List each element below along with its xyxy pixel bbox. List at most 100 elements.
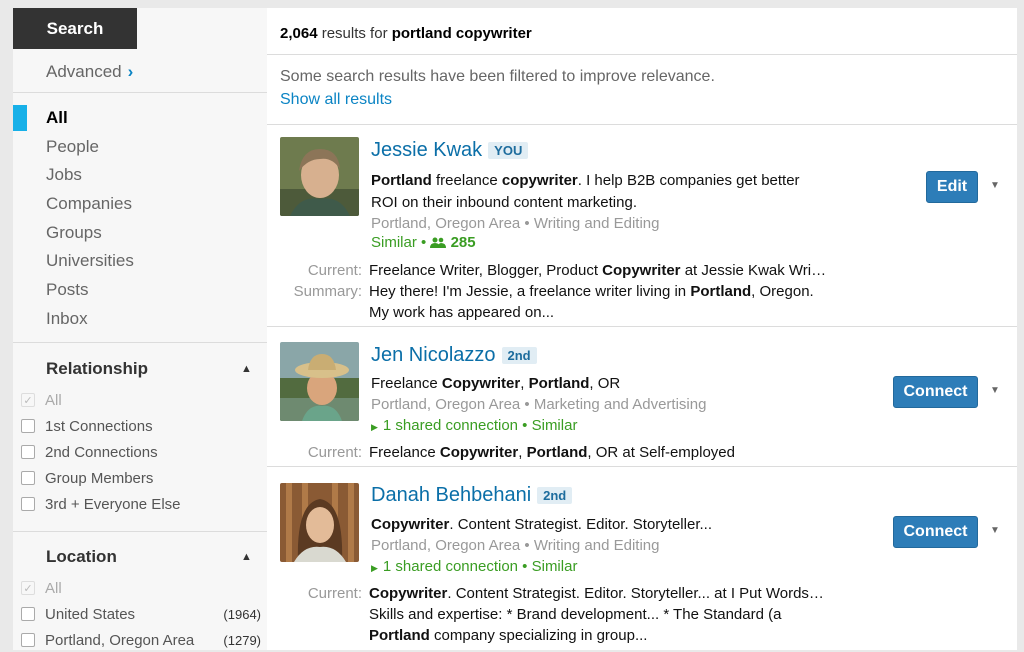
expand-triangle-icon[interactable]: ▶ [371,422,378,432]
collapse-caret-icon[interactable]: ▲ [241,363,252,375]
advanced-search-link[interactable]: Advanced › [46,62,133,82]
dropdown-arrow-icon[interactable]: ▼ [990,180,1000,191]
advanced-label: Advanced [46,62,122,81]
shared-connection-link[interactable]: 1 shared connection • Similar [383,417,578,434]
connections-count[interactable]: 285 [451,234,476,251]
result-card: Jessie Kwak YOU Portland freelance copyw… [267,126,1017,326]
text-segment: Freelance [369,444,440,461]
location-facet-title: Location [46,547,117,566]
option-count: (1279) [223,632,261,648]
highlighted-keyword: copywriter [501,172,578,189]
search-type-nav: All People Jobs Companies Groups Univers… [13,104,267,334]
nav-item-groups[interactable]: Groups [13,219,267,248]
skills-value-continued: Portland company specializing in group..… [369,627,647,644]
relationship-option-3rd[interactable]: 3rd + Everyone Else [21,492,261,516]
text-segment: , Oregon. [751,283,814,300]
relationship-option-2nd[interactable]: 2nd Connections [21,440,261,464]
option-label: 2nd Connections [45,443,158,461]
sidebar: Search Advanced › All People Jobs Compani… [13,8,267,650]
relationship-facet-title: Relationship [46,359,149,378]
option-label: Group Members [45,469,154,487]
relationship-option-group[interactable]: Group Members [21,466,261,490]
text-segment: . Content Strategist. Editor. Storytelle… [447,585,824,602]
degree-badge: 2nd [537,487,573,504]
option-label: Portland, Oregon Area [45,631,195,649]
option-count: (1964) [223,606,261,622]
headline: Portland freelance copywriter. I help B2… [371,172,800,189]
checkbox-checked[interactable]: ✓ [21,393,35,407]
checkbox[interactable] [21,633,35,647]
highlighted-keyword: Portland [371,172,432,189]
chevron-right-icon: › [127,62,134,81]
shared-connections: ▶ 1 shared connection • Similar [371,558,577,575]
results-panel: 2,064 results for portland copywriter So… [267,8,1017,650]
highlighted-keyword: Portland [528,375,590,392]
expand-triangle-icon[interactable]: ▶ [371,563,378,573]
checkbox[interactable] [21,471,35,485]
text-segment: Hey there! I'm Jessie, a freelance write… [369,283,691,300]
text-segment: Freelance [371,375,442,392]
search-tab[interactable]: Search [13,8,137,49]
nav-item-people[interactable]: People [13,133,267,162]
current-value: Copywriter. Content Strategist. Editor. … [369,585,824,602]
connect-button[interactable]: Connect [893,376,978,408]
profile-name-link[interactable]: Danah Behbehani [371,484,531,507]
profile-name-link[interactable]: Jen Nicolazzo [371,344,496,367]
highlighted-keyword: Copywriter [439,444,519,461]
option-label: All [45,579,62,597]
location-option-portland[interactable]: Portland, Oregon Area (1279) [21,628,261,652]
nav-item-jobs[interactable]: Jobs [13,161,267,190]
dropdown-arrow-icon[interactable]: ▼ [990,385,1000,396]
summary-label: Summary: [293,283,362,300]
checkbox[interactable] [21,497,35,511]
current-label: Current: [307,262,362,279]
nav-item-universities[interactable]: Universities [13,247,267,276]
nav-item-inbox[interactable]: Inbox [13,305,267,334]
result-card: Jen Nicolazzo 2nd Freelance Copywriter, … [267,328,1017,466]
avatar[interactable] [280,342,359,421]
current-label: Current: [307,444,362,461]
location-option-us[interactable]: United States (1964) [21,602,261,626]
headline: Freelance Copywriter, Portland, OR [371,375,620,392]
checkbox[interactable] [21,607,35,621]
highlighted-keyword: Copywriter [602,262,681,279]
checkbox[interactable] [21,419,35,433]
relationship-option-all[interactable]: ✓ All [21,388,261,412]
shared-connection-link[interactable]: 1 shared connection • Similar [383,558,578,575]
divider [267,326,1017,327]
avatar[interactable] [280,483,359,562]
headline: Copywriter. Content Strategist. Editor. … [371,516,712,533]
results-summary: 2,064 results for portland copywriter [280,25,532,42]
divider [267,54,1017,55]
profile-name-link[interactable]: Jessie Kwak [371,139,482,162]
connect-button[interactable]: Connect [893,516,978,548]
text-segment: . Content Strategist. Editor. Storytelle… [449,516,712,533]
result-card: Danah Behbehani 2nd Copywriter. Content … [267,468,1017,650]
text-segment: Freelance Writer, Blogger, Product [369,262,603,279]
relationship-option-1st[interactable]: 1st Connections [21,414,261,438]
name-row: Jessie Kwak YOU [371,139,529,162]
highlighted-keyword: Portland [369,627,430,644]
edit-button[interactable]: Edit [926,171,978,203]
nav-item-posts[interactable]: Posts [13,276,267,305]
headline-continued: ROI on their inbound content marketing. [371,194,637,211]
dropdown-arrow-icon[interactable]: ▼ [990,525,1000,536]
avatar[interactable] [280,137,359,216]
checkbox[interactable] [21,445,35,459]
collapse-caret-icon[interactable]: ▲ [241,551,252,563]
similar-connections: Similar • 285 [371,234,476,251]
people-icon [430,237,447,248]
summary-value-continued: My work has appeared on... [369,304,555,321]
location-industry: Portland, Oregon Area • Writing and Edit… [371,537,660,554]
text-segment: , [518,444,527,461]
similar-link[interactable]: Similar • [371,234,430,251]
show-all-results-link[interactable]: Show all results [280,91,392,109]
nav-item-all[interactable]: All [13,104,267,133]
nav-item-companies[interactable]: Companies [13,190,267,219]
location-option-all[interactable]: ✓ All [21,576,261,600]
highlighted-keyword: Portland [690,283,752,300]
text-segment: , OR [589,375,621,392]
checkbox-checked[interactable]: ✓ [21,581,35,595]
name-row: Jen Nicolazzo 2nd [371,344,537,367]
filtered-message: Some search results have been filtered t… [280,68,715,85]
